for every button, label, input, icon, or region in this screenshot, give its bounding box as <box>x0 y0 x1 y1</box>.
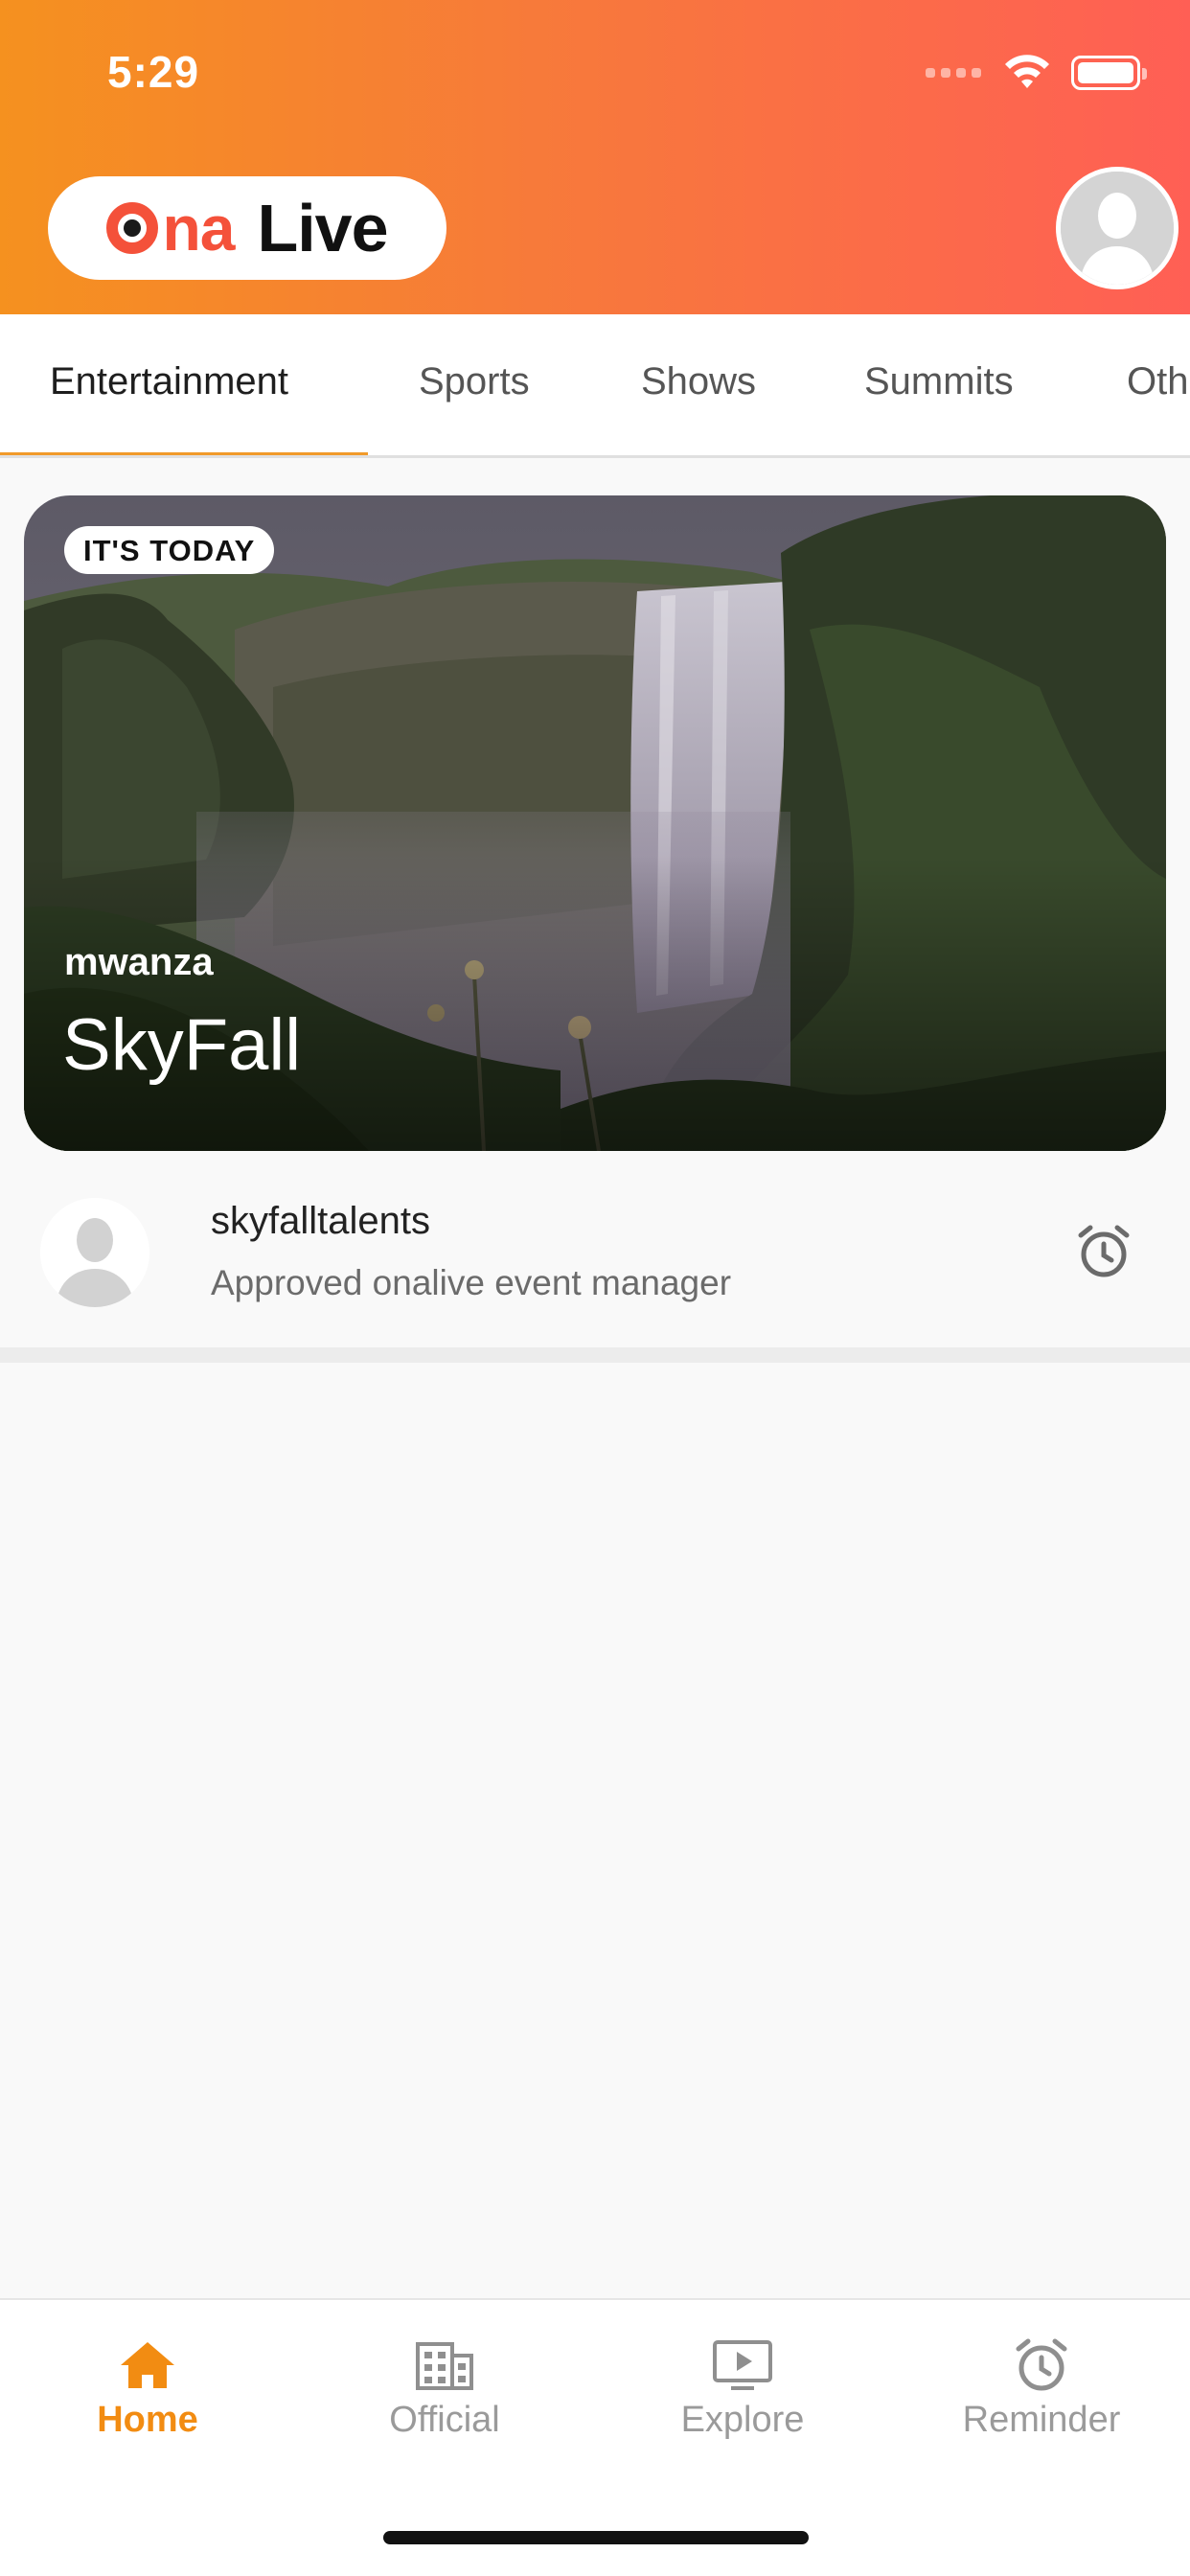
alarm-clock-icon[interactable] <box>1073 1221 1134 1282</box>
logo-o-mark <box>106 202 159 254</box>
tab-summits[interactable]: Summits <box>864 314 1014 455</box>
app-header: 5:29 na Live <box>0 0 1190 314</box>
user-avatar-icon <box>40 1198 149 1307</box>
tab-sports[interactable]: Sports <box>419 314 530 455</box>
nav-explore[interactable]: Explore <box>628 2334 858 2441</box>
alarm-clock-icon <box>1016 2338 1067 2391</box>
organizer-avatar <box>40 1198 149 1307</box>
tab-entertainment[interactable]: Entertainment <box>50 314 288 455</box>
organizer-name: skyfalltalents <box>211 1200 430 1242</box>
battery-icon <box>1071 56 1147 90</box>
signal-icon <box>926 68 987 78</box>
organizer-subtitle: Approved onalive event manager <box>211 1263 732 1302</box>
section-divider <box>0 1347 1190 1363</box>
logo-brand-live: Live <box>257 191 388 265</box>
tab-others[interactable]: Oth <box>1127 314 1188 455</box>
active-tab-indicator <box>0 452 368 455</box>
logo-brand-ona: na <box>162 193 235 264</box>
event-date-badge: IT'S TODAY <box>64 526 275 574</box>
tab-shows[interactable]: Shows <box>641 314 756 455</box>
nav-reminder[interactable]: Reminder <box>927 2334 1156 2441</box>
nav-official-label: Official <box>389 2400 500 2440</box>
status-time: 5:29 <box>107 47 200 97</box>
user-avatar-icon <box>1061 172 1174 285</box>
home-indicator[interactable] <box>383 2531 809 2544</box>
nav-official[interactable]: Official <box>330 2334 560 2441</box>
home-icon <box>121 2342 174 2388</box>
event-title: SkyFall <box>62 1004 302 1086</box>
nav-home-label: Home <box>97 2400 198 2440</box>
wifi-icon <box>1005 55 1049 88</box>
status-icons <box>926 54 1147 92</box>
building-icon <box>416 2342 473 2390</box>
app-logo: na Live <box>48 176 446 280</box>
video-play-icon <box>713 2340 772 2390</box>
nav-home[interactable]: Home <box>33 2334 263 2441</box>
event-card[interactable]: IT'S TODAY mwanza SkyFall <box>24 495 1166 1151</box>
category-tabs: Entertainment Sports Shows Summits Oth <box>0 314 1190 458</box>
nav-explore-label: Explore <box>680 2400 805 2440</box>
profile-avatar-button[interactable] <box>1056 167 1179 289</box>
nav-reminder-label: Reminder <box>962 2400 1121 2440</box>
event-location: mwanza <box>64 941 214 983</box>
organizer-row[interactable]: skyfalltalents Approved onalive event ma… <box>0 1165 1190 1347</box>
